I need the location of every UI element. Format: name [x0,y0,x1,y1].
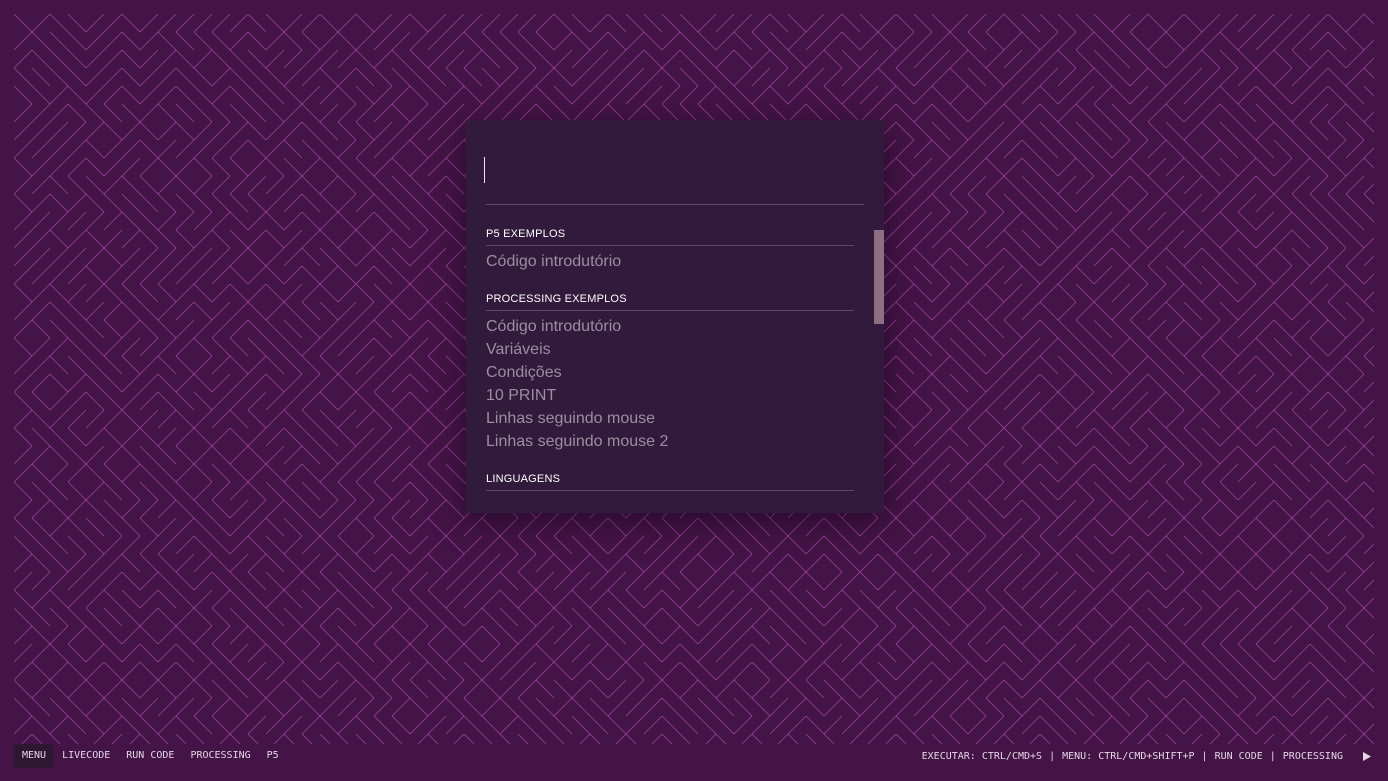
menu-item[interactable]: Variáveis [486,338,854,361]
menu-item[interactable]: Condições [486,361,854,384]
menu-scrollbar[interactable] [874,230,884,513]
menu-item[interactable]: Código introdutório [486,250,854,273]
text-caret [484,157,485,183]
section-title: LINGUAGENS [486,473,854,491]
menu-section-p5-exemplos: P5 EXEMPLOS Código introdutório [486,228,854,273]
play-icon[interactable] [1360,744,1374,768]
section-title: PROCESSING EXEMPLOS [486,293,854,311]
mode-processing: PROCESSING [1282,750,1343,762]
menu-item[interactable]: 10 PRINT [486,384,854,407]
menu-item[interactable]: Linhas seguindo mouse [486,407,854,430]
search-input[interactable] [486,144,864,194]
nav-p5[interactable]: P5 [259,744,287,768]
shortcut-menu: MENU: CTRL/CMD+SHIFT+P [1062,750,1195,762]
bottom-info: EXECUTAR: CTRL/CMD+S | MENU: CTRL/CMD+SH… [922,744,1374,768]
menu-section-linguagens: LINGUAGENS [486,473,854,491]
mode-run-code: RUN CODE [1214,750,1263,762]
nav-run-code[interactable]: RUN CODE [118,744,182,768]
command-palette: P5 EXEMPLOS Código introdutório PROCESSI… [466,120,884,513]
menu-item[interactable]: Código introdutório [486,315,854,338]
separator: | [1201,750,1208,762]
search-box [486,144,864,205]
menu-section-processing-exemplos: PROCESSING EXEMPLOS Código introdutório … [486,293,854,453]
nav-livecode[interactable]: LIVECODE [54,744,118,768]
nav-menu[interactable]: MENU [14,744,55,768]
section-title: P5 EXEMPLOS [486,228,854,246]
menu-item[interactable]: Linhas seguindo mouse 2 [486,430,854,453]
separator: | [1269,750,1276,762]
scrollbar-thumb[interactable] [874,230,884,324]
bottom-nav: MENU LIVECODE RUN CODE PROCESSING P5 [14,744,287,768]
menu-list: P5 EXEMPLOS Código introdutório PROCESSI… [486,228,854,511]
separator: | [1049,750,1056,762]
play-icon-glyph [1363,751,1371,761]
bottom-bar: MENU LIVECODE RUN CODE PROCESSING P5 EXE… [14,744,1374,768]
nav-processing[interactable]: PROCESSING [182,744,258,768]
app-root: P5 EXEMPLOS Código introdutório PROCESSI… [0,0,1388,781]
shortcut-execute: EXECUTAR: CTRL/CMD+S [921,750,1043,762]
